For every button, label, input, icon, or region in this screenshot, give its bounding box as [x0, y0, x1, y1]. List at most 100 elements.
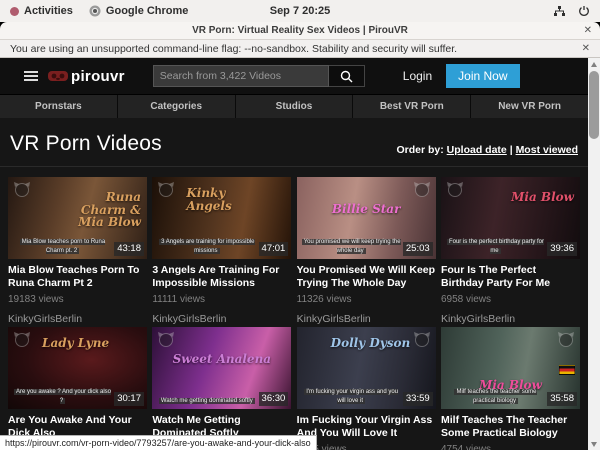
- chrome-icon: [89, 5, 101, 17]
- order-by-label: Order by:: [396, 144, 443, 156]
- video-card[interactable]: Kinky Angels 3 Angels are training for i…: [152, 177, 291, 325]
- activities-label: Activities: [24, 5, 73, 17]
- video-title[interactable]: Four Is The Perfect Birthday Party For M…: [441, 264, 580, 289]
- video-title[interactable]: You Promised We Will Keep Trying The Who…: [297, 264, 436, 289]
- thumbnail-caption: Watch me getting dominated softly: [156, 397, 257, 406]
- thumbnail-model-name: Runa Charm & Mia Blow: [61, 191, 141, 229]
- view-count: 4754 views: [441, 444, 580, 450]
- nav-item-best-vr-porn[interactable]: Best VR Porn: [352, 95, 470, 118]
- order-upload-date-link[interactable]: Upload date: [447, 144, 507, 156]
- duration-badge: 35:58: [547, 392, 577, 406]
- video-title[interactable]: 3 Angels Are Training For Impossible Mis…: [152, 264, 291, 289]
- video-card[interactable]: Lady Lyne Are you awake ? And your dick …: [8, 327, 147, 450]
- vr-goggles-icon: [48, 70, 68, 82]
- thumbnail-caption: 3 Angels are training for impossible mis…: [156, 238, 257, 256]
- video-title[interactable]: Im Fucking Your Virgin Ass And You Will …: [297, 414, 436, 439]
- video-thumbnail[interactable]: Dolly Dyson I'm fucking your virgin ass …: [297, 327, 436, 409]
- studio-watermark-icon: [446, 181, 464, 197]
- duration-badge: 36:30: [259, 392, 289, 406]
- video-thumbnail[interactable]: Lady Lyne Are you awake ? And your dick …: [8, 327, 147, 409]
- studio-watermark-icon: [557, 331, 575, 347]
- page-head: VR Porn Videos Order by: Upload date | M…: [0, 118, 588, 167]
- video-thumbnail[interactable]: Runa Charm & Mia Blow Mia Blow teaches p…: [8, 177, 147, 259]
- search-input[interactable]: [153, 65, 329, 87]
- studio-watermark-icon: [13, 181, 31, 197]
- browser-viewport: pirouvr Login Join Now Pornstars Categor…: [0, 58, 600, 450]
- duration-badge: 39:36: [547, 242, 577, 256]
- clock[interactable]: Sep 7 20:25: [270, 5, 331, 17]
- order-by: Order by: Upload date | Most viewed: [396, 144, 578, 156]
- scroll-down-arrow-icon[interactable]: [588, 438, 600, 450]
- video-card[interactable]: Mia Blow Four is the perfect birthday pa…: [441, 177, 580, 325]
- thumbnail-model-name: Lady Lyne: [42, 337, 109, 350]
- thumbnail-caption: I'm fucking your virgin ass and you will…: [301, 388, 402, 406]
- app-label: Google Chrome: [106, 5, 189, 17]
- studio-link[interactable]: KinkyGirlsBerlin: [152, 313, 291, 325]
- duration-badge: 25:03: [403, 242, 433, 256]
- nav-item-new-vr-porn[interactable]: New VR Porn: [470, 95, 588, 118]
- studio-watermark-icon: [413, 181, 431, 197]
- activities-button[interactable]: Activities: [10, 5, 73, 17]
- nav-item-pornstars[interactable]: Pornstars: [0, 95, 117, 118]
- page-title: VR Porn Videos: [10, 132, 162, 156]
- recording-indicator-icon: [10, 7, 19, 16]
- site-header: pirouvr Login Join Now: [0, 58, 588, 94]
- view-count: 11111 views: [152, 294, 291, 305]
- join-now-button[interactable]: Join Now: [446, 64, 519, 88]
- video-card[interactable]: Sweet Analena Watch me getting dominated…: [152, 327, 291, 450]
- window-title: VR Porn: Virtual Reality Sex Videos | Pi…: [0, 25, 600, 36]
- video-title[interactable]: Mia Blow Teaches Porn To Runa Charm Pt 2: [8, 264, 147, 289]
- studio-watermark-icon: [13, 331, 31, 347]
- nav-item-studios[interactable]: Studios: [235, 95, 353, 118]
- thumbnail-model-name: Kinky Angels: [186, 187, 266, 212]
- video-card[interactable]: Billie Star You promised we will keep tr…: [297, 177, 436, 325]
- login-link[interactable]: Login: [403, 69, 432, 83]
- power-icon[interactable]: [578, 5, 590, 17]
- video-thumbnail[interactable]: Kinky Angels 3 Angels are training for i…: [152, 177, 291, 259]
- duration-badge: 33:59: [403, 392, 433, 406]
- studio-link[interactable]: KinkyGirlsBerlin: [297, 313, 436, 325]
- scrollbar-thumb[interactable]: [589, 71, 599, 139]
- infobar-message: You are using an unsupported command-lin…: [10, 43, 457, 55]
- video-thumbnail[interactable]: Sweet Analena Watch me getting dominated…: [152, 327, 291, 409]
- duration-badge: 47:01: [259, 242, 289, 256]
- browser-titlebar: VR Porn: Virtual Reality Sex Videos | Pi…: [0, 22, 600, 40]
- video-title[interactable]: Milf Teaches The Teacher Some Practical …: [441, 414, 580, 439]
- thumbnail-caption: You promised we will keep trying the who…: [301, 238, 402, 256]
- site-nav: Pornstars Categories Studios Best VR Por…: [0, 94, 588, 118]
- scroll-up-arrow-icon[interactable]: [588, 58, 600, 70]
- video-thumbnail[interactable]: Billie Star You promised we will keep tr…: [297, 177, 436, 259]
- studio-link[interactable]: KinkyGirlsBerlin: [8, 313, 147, 325]
- thumbnail-model-name: Mia Blow: [511, 191, 574, 204]
- site-logo[interactable]: pirouvr: [48, 68, 125, 85]
- focused-app-menu[interactable]: Google Chrome: [89, 5, 189, 17]
- scrollbar[interactable]: [588, 58, 600, 450]
- hamburger-menu-icon[interactable]: [24, 71, 38, 81]
- video-card[interactable]: Mia Blow Milf teaches the teacher some p…: [441, 327, 580, 450]
- search-button[interactable]: [329, 65, 365, 87]
- studio-watermark-icon: [157, 181, 175, 197]
- system-top-bar: Activities Google Chrome Sep 7 20:25: [0, 0, 600, 22]
- german-flag-icon: [559, 365, 575, 375]
- studio-link[interactable]: KinkyGirlsBerlin: [441, 313, 580, 325]
- order-most-viewed-link[interactable]: Most viewed: [516, 144, 578, 156]
- network-icon[interactable]: [553, 5, 566, 17]
- thumbnail-caption: Are you awake ? And your dick also ?: [12, 388, 113, 406]
- logo-text: pirouvr: [71, 68, 125, 85]
- nav-item-categories[interactable]: Categories: [117, 95, 235, 118]
- thumbnail-caption: Mia Blow teaches porn to Runa Charm pt. …: [12, 238, 113, 256]
- video-card[interactable]: Dolly Dyson I'm fucking your virgin ass …: [297, 327, 436, 450]
- video-thumbnail[interactable]: Mia Blow Milf teaches the teacher some p…: [441, 327, 580, 409]
- search-bar: [153, 65, 365, 87]
- thumbnail-caption: Four is the perfect birthday party for m…: [445, 238, 546, 256]
- status-url-tooltip: https://pirouvr.com/vr-porn-video/779325…: [0, 435, 317, 450]
- video-card[interactable]: Runa Charm & Mia Blow Mia Blow teaches p…: [8, 177, 147, 325]
- window-close-icon[interactable]: ✕: [584, 25, 592, 36]
- thumbnail-model-name: Sweet Analena: [152, 353, 291, 366]
- video-thumbnail[interactable]: Mia Blow Four is the perfect birthday pa…: [441, 177, 580, 259]
- infobar-close-icon[interactable]: ✕: [582, 43, 590, 54]
- chrome-infobar: You are using an unsupported command-lin…: [0, 40, 600, 58]
- thumbnail-model-name: Billie Star: [297, 203, 436, 216]
- duration-badge: 43:18: [114, 242, 144, 256]
- view-count: 6958 views: [441, 294, 580, 305]
